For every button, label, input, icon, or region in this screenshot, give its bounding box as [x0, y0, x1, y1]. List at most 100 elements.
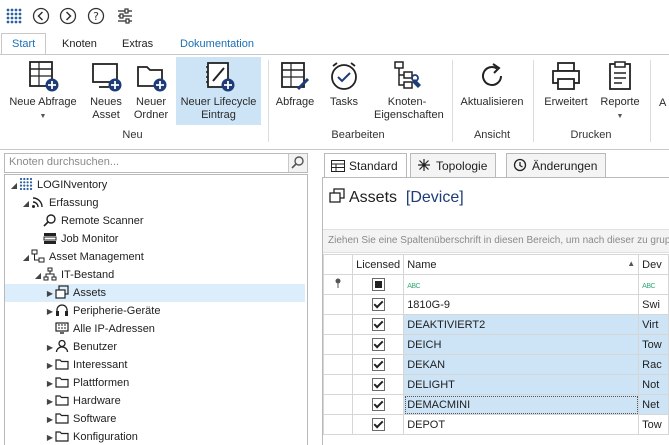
tree-node-job-monitor[interactable]: Job Monitor — [33, 230, 118, 248]
menu-tab-extras[interactable]: Extras — [122, 35, 153, 54]
collapse-arrow-icon[interactable]: ◢ — [21, 195, 31, 213]
table-row[interactable]: DEICH Tow — [322, 334, 669, 355]
table-row[interactable]: DELIGHT Not — [322, 374, 669, 395]
tasks-button[interactable]: Tasks — [322, 57, 366, 125]
tree-node-benutzer[interactable]: ▶ Benutzer — [45, 338, 117, 356]
expand-arrow-icon[interactable]: ▶ — [45, 375, 55, 393]
knoten-eigenschaften-button[interactable]: Knoten-Eigenschaften — [372, 57, 444, 125]
search-icon[interactable] — [288, 154, 307, 172]
column-header-device[interactable]: Dev — [638, 254, 669, 275]
abfrage-button[interactable]: Abfrage — [272, 57, 318, 125]
signal-waves-icon — [32, 197, 43, 208]
licensed-cell[interactable] — [352, 374, 405, 395]
reporte-button[interactable]: Reporte ▼ — [596, 57, 644, 125]
licensed-checkbox[interactable] — [371, 398, 385, 411]
collapse-arrow-icon[interactable]: ◢ — [33, 267, 43, 285]
page-title-text: Assets — [349, 189, 398, 206]
name-cell: DEPOT — [403, 414, 640, 435]
licensed-checkbox[interactable] — [371, 358, 385, 371]
tree-node-erfassung[interactable]: ◢ Erfassung — [21, 194, 99, 212]
neue-abfrage-button[interactable]: Neue Abfrage ▼ — [4, 57, 82, 125]
new-folder-icon — [137, 66, 167, 92]
expand-arrow-icon[interactable]: ▶ — [45, 429, 55, 445]
licensed-checkbox[interactable] — [371, 418, 385, 431]
tree-node-software[interactable]: ▶ Software — [45, 410, 117, 429]
menu-tab-dokumentation[interactable]: Dokumentation — [180, 35, 254, 54]
indeterminate-checkbox[interactable] — [371, 278, 385, 291]
expand-arrow-icon[interactable]: ▶ — [45, 357, 55, 375]
expand-arrow-icon[interactable]: ▶ — [45, 393, 55, 411]
licensed-cell[interactable] — [352, 294, 405, 315]
expand-arrow-icon[interactable]: ▶ — [45, 285, 55, 303]
tree-node-label: Alle IP-Adressen — [73, 323, 155, 335]
device-cell: Rac — [638, 354, 669, 375]
filter-licensed-checkbox[interactable] — [352, 274, 405, 295]
expand-arrow-icon[interactable]: ▶ — [45, 411, 55, 429]
name-cell: 1810G-9 — [403, 294, 640, 315]
table-row[interactable]: DEKAN Rac — [322, 354, 669, 375]
tree-node-interessant[interactable]: ▶ Interessant — [45, 356, 128, 375]
expand-arrow-icon[interactable]: ▶ — [45, 303, 55, 321]
tree-node-hardware[interactable]: ▶ Hardware — [45, 392, 121, 410]
licensed-checkbox[interactable] — [371, 378, 385, 391]
row-indicator — [322, 294, 354, 315]
collapse-arrow-icon[interactable]: ◢ — [21, 249, 31, 267]
neues-asset-label: Neues Asset — [90, 96, 122, 121]
tree-node-it-bestand[interactable]: ◢ IT-Bestand — [33, 266, 114, 284]
menu-bar — [0, 32, 669, 54]
column-header-licensed[interactable]: Licensed — [352, 254, 405, 275]
row-indicator — [322, 414, 354, 435]
neuer-lifecycle-eintrag-button[interactable]: Neuer Lifecycle Eintrag — [176, 57, 261, 125]
tree-node-label: Interessant — [73, 359, 128, 371]
assets-grid: Licensed Name ▲ Dev ABC ABC 1810G-9 Swi D… — [322, 254, 669, 435]
tree-node-label: Plattformen — [73, 377, 130, 389]
table-row[interactable]: DEAKTIVIERT2 Virt — [322, 314, 669, 335]
neuer-ordner-button[interactable]: Neuer Ordner — [130, 57, 172, 125]
aktualisieren-button[interactable]: Aktualisieren — [458, 57, 526, 125]
tab-topologie[interactable]: Topologie — [410, 153, 497, 178]
licensed-cell[interactable] — [352, 354, 405, 375]
tree-node-peripherie[interactable]: ▶ Peripherie-Geräte — [45, 302, 160, 320]
group-by-area[interactable]: Ziehen Sie eine Spaltenüberschrift in di… — [323, 229, 669, 253]
neues-asset-button[interactable]: Neues Asset — [86, 57, 126, 125]
table-row[interactable]: 1810G-9 Swi — [322, 294, 669, 315]
tree-node-konfiguration[interactable]: ▶ Konfiguration — [45, 428, 138, 445]
licensed-checkbox[interactable] — [371, 318, 385, 331]
licensed-checkbox[interactable] — [371, 338, 385, 351]
licensed-checkbox[interactable] — [371, 298, 385, 311]
topology-icon — [418, 159, 430, 171]
settings-sliders-icon[interactable] — [116, 7, 134, 25]
ribbon-separator — [533, 60, 534, 142]
tab-aenderungen[interactable]: Änderungen — [506, 153, 607, 178]
table-row[interactable]: DEMACMINI Net — [322, 394, 669, 415]
forward-icon[interactable] — [59, 7, 77, 25]
licensed-cell[interactable] — [352, 314, 405, 335]
tree-search-input[interactable]: Knoten durchsuchen... — [4, 153, 308, 173]
licensed-cell[interactable] — [352, 334, 405, 355]
licensed-cell[interactable] — [352, 394, 405, 415]
column-header-name[interactable]: Name ▲ — [403, 254, 640, 275]
tree-node-loginventory[interactable]: ◢ LOGINventory — [9, 176, 107, 194]
filter-pin-icon[interactable] — [322, 274, 354, 295]
tree-node-plattformen[interactable]: ▶ Plattformen — [45, 374, 129, 392]
tab-standard[interactable]: Standard — [324, 153, 407, 179]
knoten-eigenschaften-label: Knoten-Eigenschaften — [374, 96, 444, 121]
table-row[interactable]: DEPOT Tow — [322, 414, 669, 435]
menu-tab-knoten[interactable]: Knoten — [62, 35, 97, 54]
tree-node-assets[interactable]: ▶ Assets — [5, 284, 305, 302]
collapse-arrow-icon[interactable]: ◢ — [9, 177, 19, 195]
back-icon[interactable] — [32, 7, 50, 25]
printer-icon — [552, 62, 580, 90]
erweitert-button[interactable]: Erweitert — [538, 57, 594, 125]
page-subtitle: [Device] — [405, 189, 464, 206]
tree-node-remote-scanner[interactable]: Remote Scanner — [33, 212, 144, 230]
licensed-cell[interactable] — [352, 414, 405, 435]
expand-arrow-icon[interactable]: ▶ — [45, 339, 55, 357]
ribbon-cut-off-label: A — [659, 97, 667, 109]
tree-node-ip-adressen[interactable]: Alle IP-Adressen — [45, 320, 155, 338]
help-icon[interactable]: ? — [87, 7, 105, 25]
menu-tab-start[interactable]: Start — [1, 33, 47, 55]
tree-node-asset-management[interactable]: ◢ Asset Management — [21, 248, 144, 266]
filter-name-cell[interactable]: ABC — [403, 274, 640, 295]
filter-device-cell[interactable]: ABC — [638, 274, 669, 295]
